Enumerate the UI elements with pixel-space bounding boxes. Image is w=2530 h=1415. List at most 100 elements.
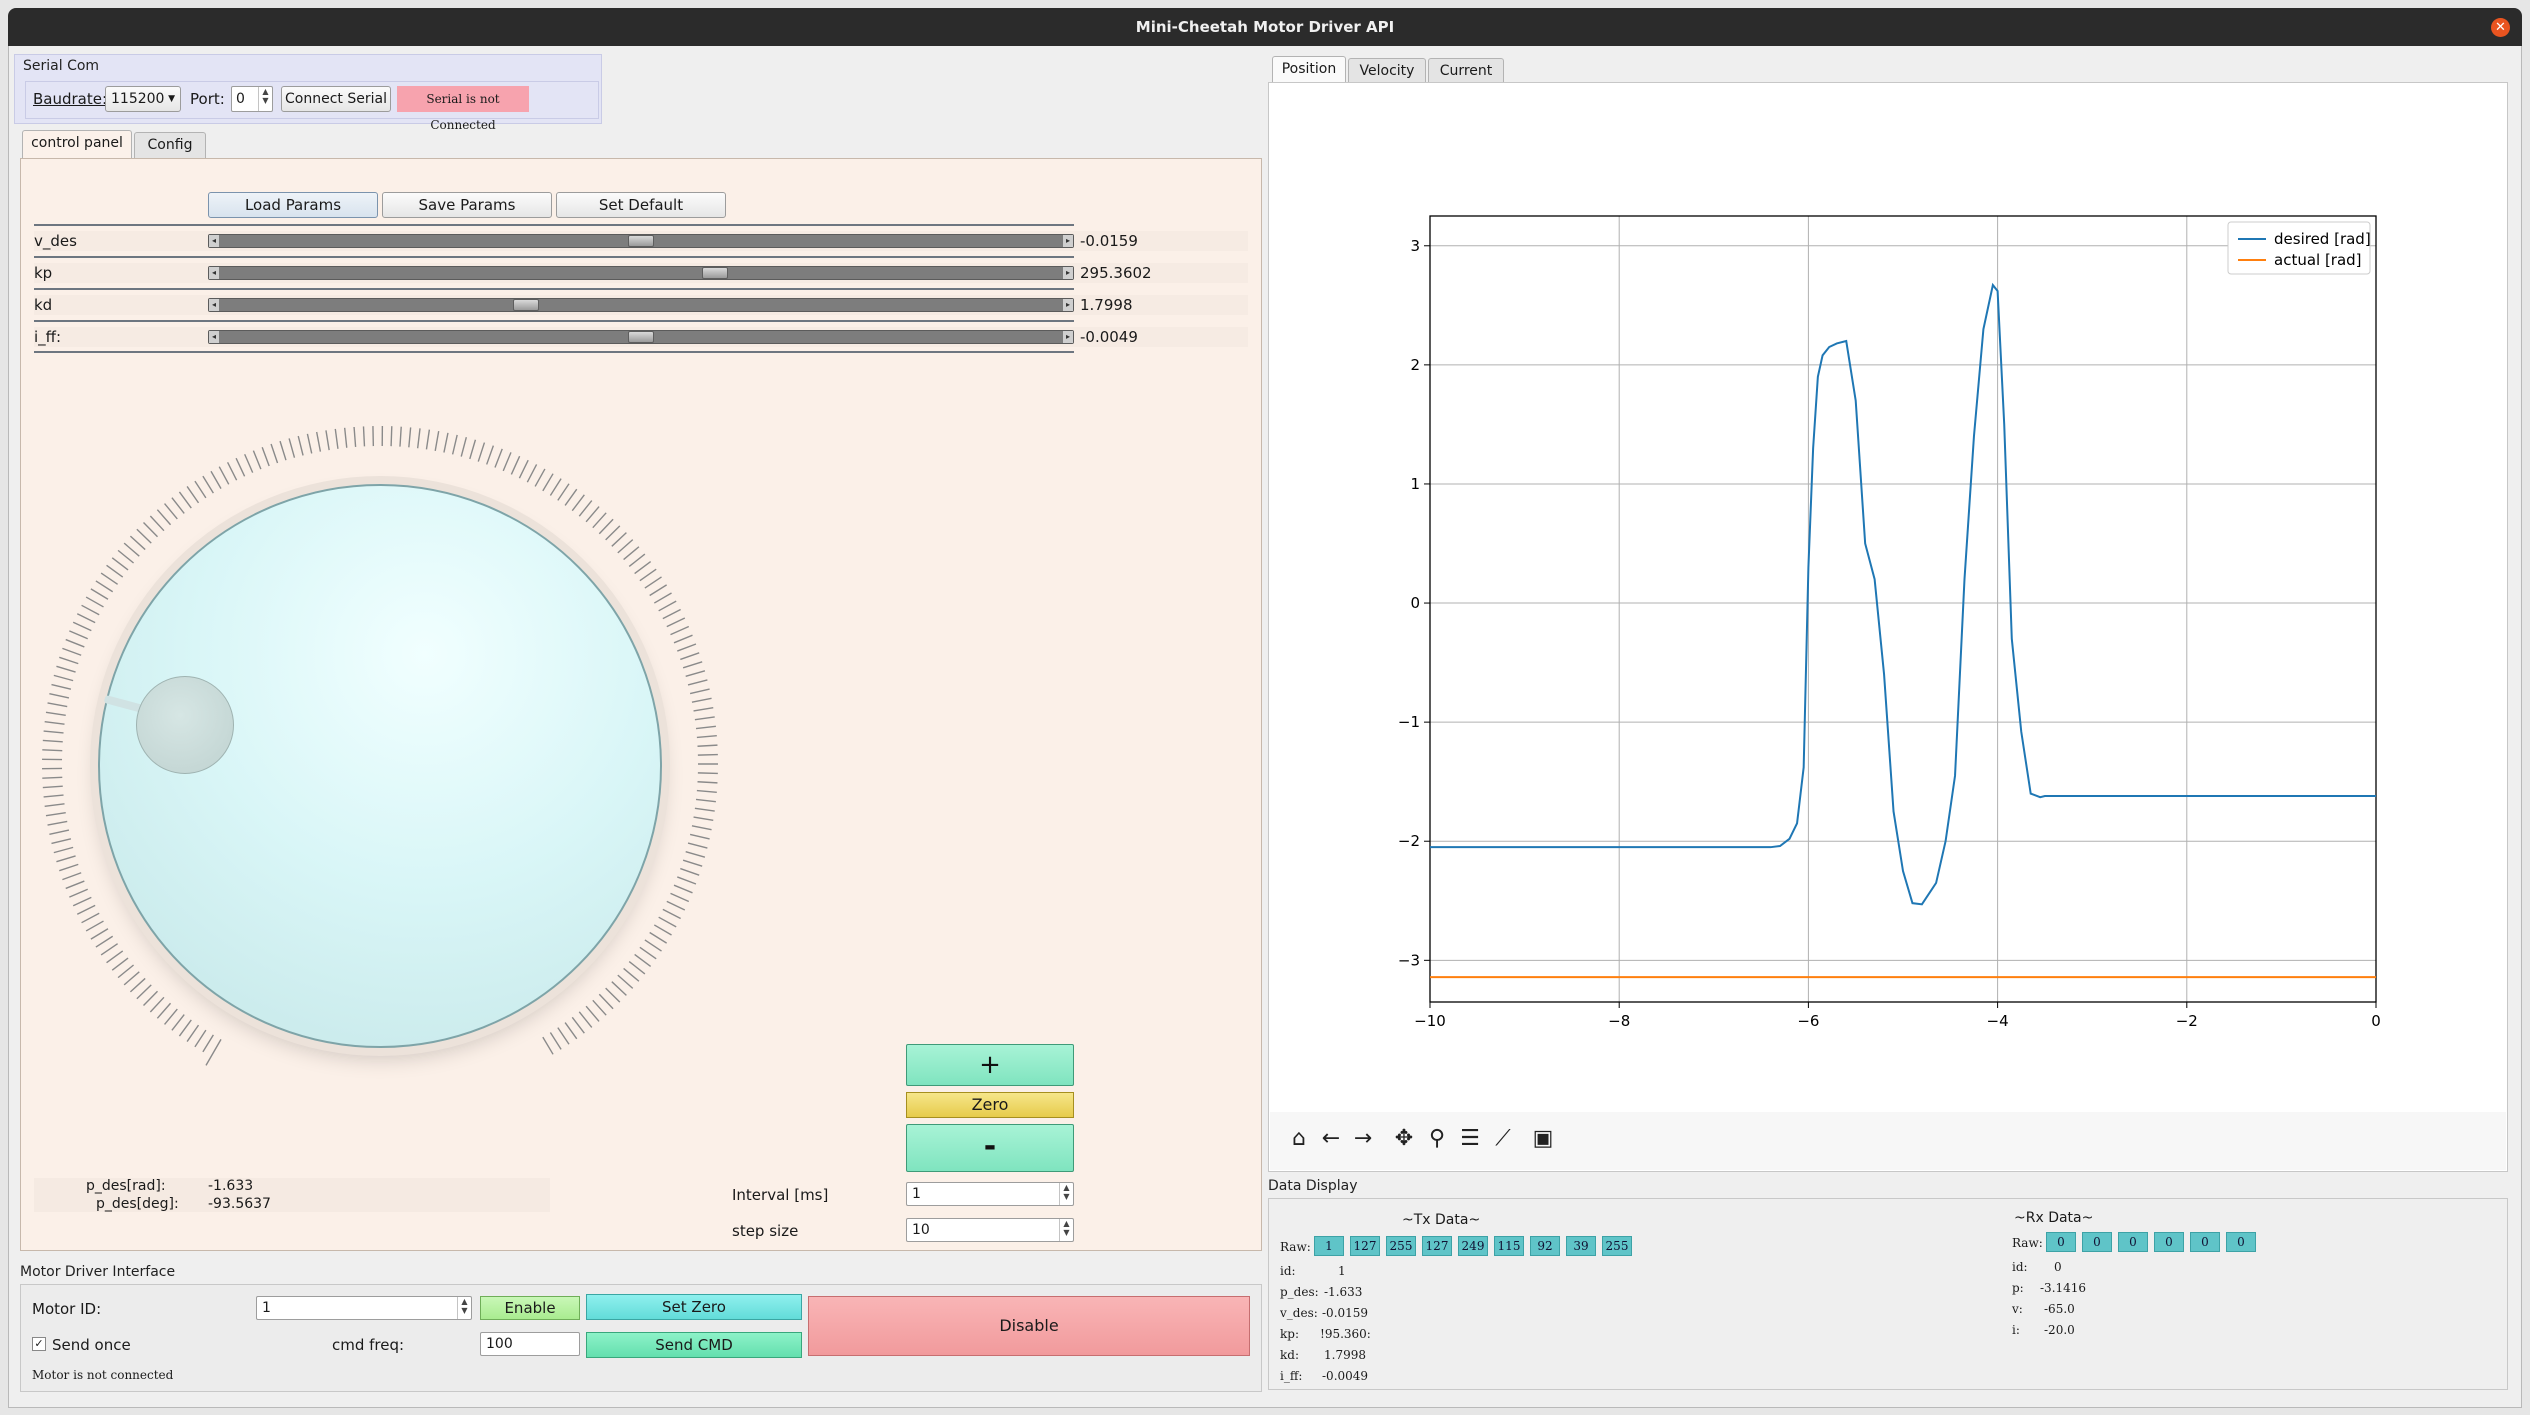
slider-right-arrow-icon[interactable]: ▸ [1063,235,1073,247]
slider-handle[interactable] [628,235,654,247]
v-des-slider[interactable]: ◂ ▸ [208,234,1074,248]
slider-handle[interactable] [628,331,654,343]
divider [34,351,1074,353]
dial-tick [697,772,718,775]
back-arrow-icon[interactable]: ← [1316,1124,1346,1154]
tab-velocity[interactable]: Velocity [1348,58,1426,84]
slider-left-arrow-icon[interactable]: ◂ [209,331,219,343]
rx-raw-byte: 0 [2190,1232,2220,1252]
motor-id-label: Motor ID: [32,1300,102,1318]
x-tick-label: −6 [1797,1012,1819,1030]
dial-tick [62,647,82,656]
chevron-down-icon: ▼ [168,94,175,104]
set-zero-button[interactable]: Set Zero [586,1294,802,1320]
dial-tick [244,453,254,473]
baudrate-select[interactable]: 115200 ▼ [105,86,181,112]
tx-raw-byte: 39 [1566,1236,1596,1256]
dial-tick [682,661,703,669]
slider-left-arrow-icon[interactable]: ◂ [209,299,219,311]
tx-raw-byte: 127 [1422,1236,1452,1256]
dial-tick [117,964,135,979]
forward-arrow-icon[interactable]: → [1348,1124,1378,1154]
slider-right-arrow-icon[interactable]: ▸ [1063,267,1073,279]
port-spinbox[interactable]: 0 ▲ ▼ [231,86,273,112]
save-icon[interactable]: ▣ [1528,1124,1558,1154]
spin-arrows-icon[interactable]: ▲ ▼ [1059,1219,1073,1241]
dial-tick [592,512,607,529]
legend-label: desired [rad] [2274,230,2371,248]
send-cmd-button[interactable]: Send CMD [586,1332,802,1358]
close-icon[interactable]: ✕ [2491,18,2510,37]
home-icon[interactable]: ⌂ [1284,1124,1314,1154]
dial-tick [662,908,681,920]
dial-tick [42,749,63,752]
tx-raw-byte: 127 [1350,1236,1380,1256]
dial-tick [47,702,68,708]
tx-v-des-label: v_des: [1280,1306,1318,1320]
port-label: Port: [190,90,225,108]
series-line-desired [1430,282,2376,906]
tab-position[interactable]: Position [1272,56,1346,84]
dial-tick [502,452,512,472]
decrement-button[interactable]: - [906,1124,1074,1172]
enable-button[interactable]: Enable [480,1296,580,1320]
save-params-button[interactable]: Save Params [382,192,552,218]
x-tick-label: −10 [1414,1012,1446,1030]
spin-arrows-icon[interactable]: ▲ ▼ [258,87,272,111]
dial-tick [95,935,114,948]
interval-spinbox[interactable]: 1 ▲ ▼ [906,1182,1074,1206]
dial-tick [564,1022,578,1040]
zoom-icon[interactable]: ⚲ [1422,1124,1452,1154]
kd-slider[interactable]: ◂ ▸ [208,298,1074,312]
pan-icon[interactable]: ✥ [1389,1124,1419,1154]
slider-right-arrow-icon[interactable]: ▸ [1063,331,1073,343]
step-size-spinbox[interactable]: 10 ▲ ▼ [906,1218,1074,1242]
set-default-button[interactable]: Set Default [556,192,726,218]
dial-tick [494,448,503,468]
dial-tick [202,475,214,494]
plot-frame [1429,215,2377,1003]
slider-handle[interactable] [513,299,540,311]
dial-tick [136,984,152,1000]
load-params-button[interactable]: Load Params [208,192,378,218]
spin-arrows-icon[interactable]: ▲ ▼ [1059,1183,1073,1205]
motor-id-value: 1 [262,1300,271,1316]
title-bar[interactable]: Mini-Cheetah Motor Driver API ✕ [8,8,2522,46]
slider-left-arrow-icon[interactable]: ◂ [209,235,219,247]
dial-tick [111,557,129,571]
zero-button[interactable]: Zero [906,1092,1074,1118]
dial-tick [194,1029,207,1048]
dial-tick [136,528,152,544]
slider-right-arrow-icon[interactable]: ▸ [1063,299,1073,311]
dial-tick [628,553,646,568]
dial-knob[interactable] [136,676,234,774]
kp-slider[interactable]: ◂ ▸ [208,266,1074,280]
spin-arrows-icon[interactable]: ▲ ▼ [457,1297,471,1319]
rx-raw-byte: 0 [2046,1232,2076,1252]
slider-left-arrow-icon[interactable]: ◂ [209,267,219,279]
dial-tick [90,588,109,600]
tab-current[interactable]: Current [1428,58,1504,84]
tab-control-panel[interactable]: control panel [22,130,132,158]
step-size-label: step size [732,1222,799,1240]
motor-id-spinbox[interactable]: 1 ▲ ▼ [256,1296,472,1320]
dial-tick [47,820,68,826]
send-once-checkbox[interactable]: ✓ [32,1337,46,1351]
dial-tick [617,974,634,989]
position-chart[interactable]: −10 −8 −6 −4 −2 0−3−2−10123 desired [rad]actua… [1268,82,2508,1112]
disable-button[interactable]: Disable [808,1296,1250,1356]
rx-p-label: p: [2012,1281,2024,1295]
connect-serial-button[interactable]: Connect Serial [281,86,391,112]
cmd-freq-input[interactable]: 100 [480,1332,580,1356]
configure-subplots-icon[interactable]: ☰ [1455,1124,1485,1154]
dial-tick [186,1024,200,1042]
i-ff-slider[interactable]: ◂ ▸ [208,330,1074,344]
tab-config[interactable]: Config [134,132,206,158]
edit-axis-icon[interactable]: ⟋ [1488,1124,1518,1154]
dial-tick [59,656,79,665]
v-des-value: -0.0159 [1080,232,1138,250]
increment-button[interactable]: + [906,1044,1074,1086]
dial-tick [178,491,192,509]
slider-handle[interactable] [701,267,728,279]
tx-kd-label: kd: [1280,1348,1299,1362]
